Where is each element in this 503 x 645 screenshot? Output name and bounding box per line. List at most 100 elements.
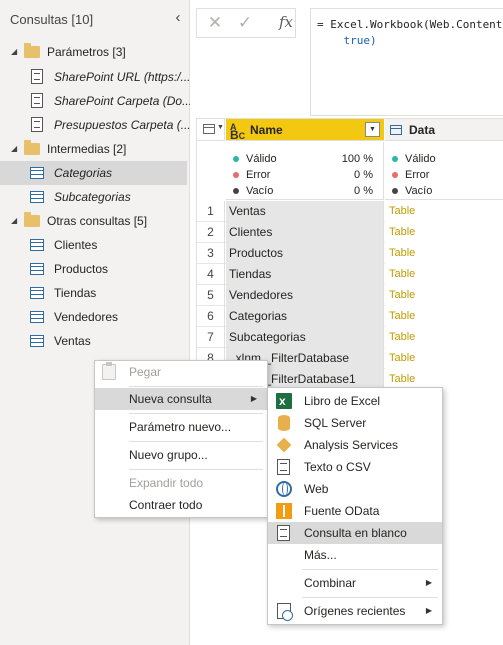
folder-icon xyxy=(24,43,40,58)
cell-data-link[interactable]: Table xyxy=(385,243,503,264)
query-label: Ventas xyxy=(54,334,91,348)
menu-divider xyxy=(129,441,263,442)
query-item-tiendas[interactable]: Tiendas xyxy=(0,281,190,305)
table-row[interactable]: 3 Productos Table xyxy=(197,243,503,264)
query-label: Vendedores xyxy=(54,310,119,324)
commit-icon[interactable]: ✓ xyxy=(233,12,257,34)
expand-triangle-icon[interactable]: ◢ xyxy=(11,209,17,233)
cell-data-link[interactable]: Table xyxy=(385,264,503,285)
menu-item-new-parameter[interactable]: Parámetro nuevo... xyxy=(95,416,267,438)
group-otras-consultas[interactable]: ◢ Otras consultas [5] xyxy=(0,209,190,233)
cell-data-link[interactable]: Table xyxy=(385,348,503,369)
quality-empty-row: Vacío 0 % xyxy=(226,183,383,199)
submenu-item-text-csv[interactable]: Texto o CSV xyxy=(268,456,442,478)
menu-item-new-group[interactable]: Nuevo grupo... xyxy=(95,444,267,466)
formula-input[interactable]: = Excel.Workbook(Web.Content true) xyxy=(310,8,503,116)
table-row[interactable]: 7 Subcategorias Table xyxy=(197,327,503,348)
menu-divider xyxy=(302,597,438,598)
submenu-item-sql-server[interactable]: SQL Server xyxy=(268,412,442,434)
blank-query-icon xyxy=(277,525,290,541)
submenu-item-combine[interactable]: Combinar ▶ xyxy=(268,572,442,594)
group-parametros[interactable]: ◢ Parámetros [3] xyxy=(0,40,190,64)
row-number: 5 xyxy=(197,285,225,306)
cancel-icon[interactable]: ✕ xyxy=(203,12,227,34)
table-icon xyxy=(203,124,215,134)
table-row[interactable]: 6 Categorias Table xyxy=(197,306,503,327)
query-item-subcategorias[interactable]: Subcategorias xyxy=(0,185,190,209)
menu-item-label: Pegar xyxy=(129,365,162,379)
formula-bar: ✕ ✓ fx = Excel.Workbook(Web.Content true… xyxy=(190,0,503,118)
menu-item-paste[interactable]: Pegar xyxy=(95,361,267,383)
submenu-arrow-icon: ▶ xyxy=(425,606,432,615)
submenu-item-excel-workbook[interactable]: Libro de Excel xyxy=(268,390,442,412)
cell-data-link[interactable]: Table xyxy=(385,285,503,306)
quality-empty-row: Vacío xyxy=(385,183,503,199)
quality-label: Válido xyxy=(405,153,436,165)
menu-item-label: Nuevo grupo... xyxy=(129,448,208,462)
chevron-left-icon[interactable]: ‹ xyxy=(171,10,185,26)
query-item-sharepoint-url[interactable]: SharePoint URL (https:/... xyxy=(0,65,191,89)
menu-item-new-query[interactable]: Nueva consulta ▶ xyxy=(95,388,267,410)
excel-icon xyxy=(276,390,292,412)
column-header-data[interactable]: Data xyxy=(385,119,503,141)
table-row[interactable]: 4 Tiendas Table xyxy=(197,264,503,285)
table-type-icon[interactable] xyxy=(390,125,402,135)
row-number: 6 xyxy=(197,306,225,327)
column-header-name[interactable]: A BC Name ▼ xyxy=(226,119,384,141)
query-item-ventas[interactable]: Ventas xyxy=(0,329,190,353)
table-row[interactable]: 5 Vendedores Table xyxy=(197,285,503,306)
menu-item-label: Contraer todo xyxy=(129,498,203,512)
menu-item-label: Analysis Services xyxy=(304,438,399,452)
text-type-icon[interactable]: A BC xyxy=(230,123,245,142)
menu-item-collapse-all[interactable]: Contraer todo xyxy=(95,494,267,516)
queries-pane-title: Consultas [10] xyxy=(10,12,94,27)
cell-name[interactable]: Categorias xyxy=(226,306,384,327)
cell-name[interactable]: Productos xyxy=(226,243,384,264)
submenu-item-recent-sources[interactable]: Orígenes recientes ▶ xyxy=(268,600,442,622)
cell-data-link[interactable]: Table xyxy=(385,306,503,327)
table-row[interactable]: 1 Ventas Table xyxy=(197,201,503,222)
cell-name[interactable]: Clientes xyxy=(226,222,384,243)
cell-data-link[interactable]: Table xyxy=(385,222,503,243)
menu-divider xyxy=(129,386,263,387)
table-row[interactable]: 2 Clientes Table xyxy=(197,222,503,243)
cell-data-link[interactable]: Table xyxy=(385,201,503,222)
cube-icon xyxy=(276,437,292,453)
globe-icon xyxy=(276,481,292,497)
query-item-vendedores[interactable]: Vendedores xyxy=(0,305,190,329)
submenu-item-analysis-services[interactable]: Analysis Services xyxy=(268,434,442,456)
fx-icon[interactable]: fx xyxy=(279,13,293,31)
cell-name[interactable]: Subcategorias xyxy=(226,327,384,348)
query-item-categorias[interactable]: Categorias xyxy=(0,161,187,185)
cell-name[interactable]: Tiendas xyxy=(226,264,384,285)
menu-item-label: Parámetro nuevo... xyxy=(129,420,232,434)
quality-label: Válido xyxy=(246,153,277,165)
column-quality-data: Válido Error Vacío xyxy=(385,142,503,200)
quality-value: 100 % xyxy=(341,153,373,165)
cell-data-link[interactable]: Table xyxy=(385,327,503,348)
query-item-presupuestos-carpeta[interactable]: Presupuestos Carpeta (... xyxy=(0,113,191,137)
query-item-sharepoint-carpeta[interactable]: SharePoint Carpeta (Do... xyxy=(0,89,193,113)
context-menu: Pegar Nueva consulta ▶ Parámetro nuevo..… xyxy=(94,360,268,518)
menu-divider xyxy=(129,469,263,470)
formula-line-1: = Excel.Workbook(Web.Content xyxy=(317,18,503,31)
submenu-item-web[interactable]: Web xyxy=(268,478,442,500)
menu-item-expand-all[interactable]: Expandir todo xyxy=(95,472,267,494)
submenu-item-odata-feed[interactable]: Fuente OData xyxy=(268,500,442,522)
menu-item-label: Texto o CSV xyxy=(304,460,371,474)
table-menu-button[interactable]: ▼ xyxy=(197,119,225,141)
expand-triangle-icon[interactable]: ◢ xyxy=(11,137,17,161)
cell-name[interactable]: Vendedores xyxy=(226,285,384,306)
menu-divider xyxy=(302,569,438,570)
expand-triangle-icon[interactable]: ◢ xyxy=(11,40,17,64)
query-label: SharePoint Carpeta (Do... xyxy=(54,94,193,108)
query-item-clientes[interactable]: Clientes xyxy=(0,233,190,257)
query-item-productos[interactable]: Productos xyxy=(0,257,190,281)
column-filter-dropdown-icon[interactable]: ▼ xyxy=(365,122,380,137)
empty-dot-icon xyxy=(392,188,398,194)
column-quality-name: Válido 100 % Error 0 % Vacío 0 % xyxy=(226,142,384,200)
submenu-item-more[interactable]: Más... xyxy=(268,544,442,566)
cell-name[interactable]: Ventas xyxy=(226,201,384,222)
group-intermedias[interactable]: ◢ Intermedias [2] xyxy=(0,137,190,161)
submenu-item-blank-query[interactable]: Consulta en blanco xyxy=(268,522,442,544)
